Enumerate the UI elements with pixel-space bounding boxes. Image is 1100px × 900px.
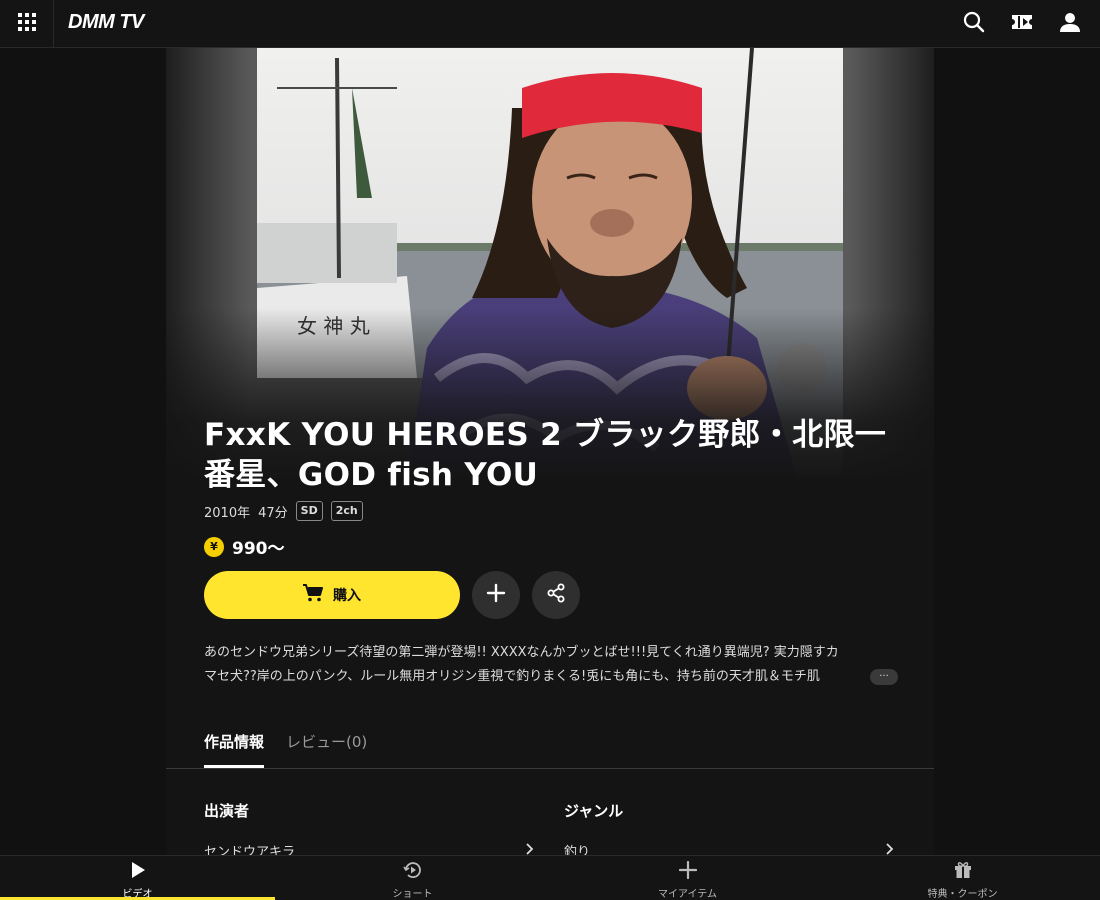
- grid-menu-icon: [17, 12, 37, 36]
- plus-icon: [486, 583, 506, 607]
- nav-video[interactable]: ビデオ: [0, 856, 275, 900]
- short-play-icon: [402, 861, 423, 883]
- chevron-right-icon: [886, 842, 894, 856]
- ticket-button[interactable]: [1002, 4, 1042, 44]
- action-buttons: 購入: [204, 571, 580, 619]
- add-to-list-button[interactable]: [472, 571, 520, 619]
- gift-icon: [954, 861, 972, 883]
- detail-content: 女 神 丸 FxxK YOU HEROES 2 ブラック野郎・北: [166, 48, 934, 855]
- video-meta: 2010年 47分 SD 2ch: [204, 500, 363, 522]
- grid-menu-button[interactable]: [0, 0, 54, 47]
- account-button[interactable]: [1050, 4, 1090, 44]
- duration: 47分: [258, 505, 288, 521]
- user-icon: [1060, 12, 1080, 36]
- tab-reviews[interactable]: レビュー(0): [286, 724, 367, 769]
- description-line-1: あのセンドウ兄弟シリーズ待望の第二弾が登場!! XXXXなんかブッとばせ!!!見…: [204, 645, 839, 660]
- dmm-tv-logo[interactable]: DMM TV: [68, 11, 144, 34]
- play-icon: [129, 861, 147, 883]
- release-year: 2010年: [204, 505, 251, 521]
- search-icon: [963, 11, 985, 37]
- nav-coupons-label: 特典・クーポン: [927, 889, 998, 900]
- buy-label: 購入: [333, 588, 361, 604]
- nav-my-items-label: マイアイテム: [658, 889, 717, 900]
- tab-work-info[interactable]: 作品情報: [204, 724, 265, 768]
- video-title: FxxK YOU HEROES 2 ブラック野郎・北限一番星、GOD fish …: [204, 417, 887, 493]
- search-button[interactable]: [954, 4, 994, 44]
- price: ¥ 990〜: [204, 534, 285, 559]
- buy-button[interactable]: 購入: [204, 571, 460, 619]
- app-header: DMM TV: [0, 0, 1100, 48]
- genre-name: 釣り: [564, 845, 591, 855]
- bottom-navigation: ビデオ ショート マイアイテム 特典・クーポン: [0, 855, 1100, 900]
- nav-short[interactable]: ショート: [275, 856, 550, 900]
- plus-icon: [678, 860, 697, 883]
- ticket-icon: [1011, 13, 1033, 35]
- yen-coin-icon: ¥: [204, 536, 224, 557]
- price-value: 990〜: [232, 539, 285, 559]
- share-button[interactable]: [532, 571, 580, 619]
- cast-item[interactable]: センドウアキラ: [204, 841, 534, 855]
- nav-my-items[interactable]: マイアイテム: [550, 856, 825, 900]
- chevron-right-icon: [526, 842, 534, 856]
- description-line-2: マセ犬??岸の上のパンク、ルール無用オリジン重視で釣りまくる!兎にも角にも、持ち…: [204, 669, 820, 684]
- cart-icon: [303, 584, 323, 606]
- nav-coupons[interactable]: 特典・クーポン: [825, 856, 1100, 900]
- cast-name: センドウアキラ: [204, 845, 296, 855]
- cast-heading: 出演者: [204, 802, 250, 820]
- quality-badge: SD: [295, 501, 323, 521]
- detail-tabs: 作品情報 レビュー(0): [166, 724, 934, 769]
- nav-short-label: ショート: [392, 889, 433, 900]
- video-description: あのセンドウ兄弟シリーズ待望の第二弾が登場!! XXXXなんかブッとばせ!!!見…: [204, 641, 900, 689]
- genre-item[interactable]: 釣り: [564, 841, 894, 855]
- audio-badge: 2ch: [330, 501, 363, 521]
- share-icon: [546, 583, 566, 607]
- read-more-button[interactable]: ···: [870, 669, 898, 685]
- nav-video-label: ビデオ: [122, 889, 153, 900]
- genre-heading: ジャンル: [564, 802, 624, 820]
